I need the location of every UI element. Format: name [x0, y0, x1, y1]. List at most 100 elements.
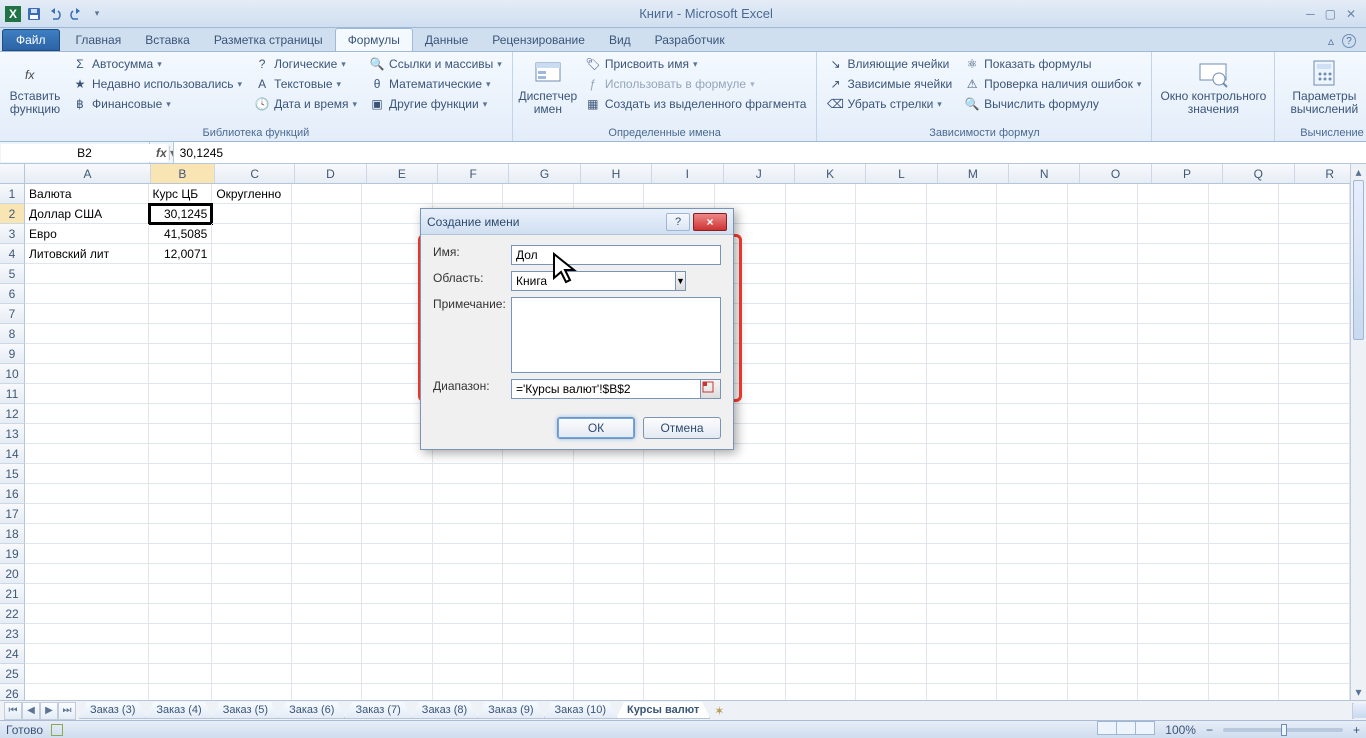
cell-J1[interactable]: [715, 184, 786, 204]
name-box[interactable]: ▾: [0, 142, 150, 163]
cell-E19[interactable]: [362, 544, 433, 564]
cell-L23[interactable]: [856, 624, 927, 644]
cell-L5[interactable]: [856, 264, 927, 284]
cell-G20[interactable]: [503, 564, 574, 584]
cell-F1[interactable]: [433, 184, 504, 204]
cell-R24[interactable]: [1279, 644, 1350, 664]
cell-C18[interactable]: [212, 524, 291, 544]
cell-Q26[interactable]: [1209, 684, 1280, 700]
cell-N14[interactable]: [997, 444, 1068, 464]
insert-function-button[interactable]: fx Вставить функцию: [6, 55, 64, 116]
cell-A16[interactable]: [25, 484, 148, 504]
cell-Q2[interactable]: [1209, 204, 1280, 224]
cell-Q8[interactable]: [1209, 324, 1280, 344]
cell-Q3[interactable]: [1209, 224, 1280, 244]
minimize-button[interactable]: ─: [1306, 7, 1315, 21]
cell-P16[interactable]: [1138, 484, 1209, 504]
col-P[interactable]: P: [1152, 164, 1223, 183]
text-button[interactable]: AТекстовые: [250, 75, 361, 93]
cell-O1[interactable]: [1068, 184, 1139, 204]
cell-J26[interactable]: [715, 684, 786, 700]
cell-C7[interactable]: [212, 304, 291, 324]
remove-arrows-button[interactable]: ⌫Убрать стрелки: [823, 95, 956, 113]
cell-F20[interactable]: [433, 564, 504, 584]
row-header[interactable]: 16: [0, 484, 25, 504]
row-header[interactable]: 1: [0, 184, 25, 204]
cell-I25[interactable]: [644, 664, 715, 684]
cell-D23[interactable]: [292, 624, 363, 644]
cell-O8[interactable]: [1068, 324, 1139, 344]
ok-button[interactable]: ОК: [557, 417, 635, 439]
cell-D25[interactable]: [292, 664, 363, 684]
cell-J23[interactable]: [715, 624, 786, 644]
cell-H24[interactable]: [574, 644, 645, 664]
cell-I18[interactable]: [644, 524, 715, 544]
cell-P2[interactable]: [1138, 204, 1209, 224]
cell-J16[interactable]: [715, 484, 786, 504]
cell-H17[interactable]: [574, 504, 645, 524]
row-header[interactable]: 23: [0, 624, 25, 644]
cell-O9[interactable]: [1068, 344, 1139, 364]
cell-H15[interactable]: [574, 464, 645, 484]
cell-L21[interactable]: [856, 584, 927, 604]
cell-M10[interactable]: [927, 364, 998, 384]
tab-insert[interactable]: Вставка: [133, 29, 202, 51]
restore-button[interactable]: ▢: [1325, 7, 1336, 21]
cell-N8[interactable]: [997, 324, 1068, 344]
cell-K24[interactable]: [786, 644, 857, 664]
cell-K3[interactable]: [786, 224, 857, 244]
cell-K20[interactable]: [786, 564, 857, 584]
cancel-button[interactable]: Отмена: [643, 417, 721, 439]
close-button[interactable]: ✕: [1346, 7, 1356, 21]
cell-D2[interactable]: [292, 204, 363, 224]
cell-L7[interactable]: [856, 304, 927, 324]
watch-window-button[interactable]: Окно контрольного значения: [1158, 55, 1268, 116]
sheet-tab[interactable]: Заказ (6): [278, 702, 345, 719]
trace-precedents-button[interactable]: ↘Влияющие ячейки: [823, 55, 956, 73]
cell-O4[interactable]: [1068, 244, 1139, 264]
cell-R8[interactable]: [1279, 324, 1350, 344]
cell-K13[interactable]: [786, 424, 857, 444]
col-M[interactable]: M: [938, 164, 1009, 183]
row-header[interactable]: 25: [0, 664, 25, 684]
cell-M17[interactable]: [927, 504, 998, 524]
cell-R11[interactable]: [1279, 384, 1350, 404]
name-input[interactable]: [511, 245, 721, 265]
cell-F26[interactable]: [433, 684, 504, 700]
create-from-selection-button[interactable]: ▦Создать из выделенного фрагмента: [581, 95, 811, 113]
cell-D11[interactable]: [292, 384, 363, 404]
cell-Q14[interactable]: [1209, 444, 1280, 464]
cell-K12[interactable]: [786, 404, 857, 424]
cell-I16[interactable]: [644, 484, 715, 504]
cell-C3[interactable]: [212, 224, 291, 244]
cell-F25[interactable]: [433, 664, 504, 684]
cell-N22[interactable]: [997, 604, 1068, 624]
ribbon-minimize-icon[interactable]: ▵: [1328, 34, 1334, 48]
cell-G18[interactable]: [503, 524, 574, 544]
cell-P22[interactable]: [1138, 604, 1209, 624]
cell-N21[interactable]: [997, 584, 1068, 604]
cell-H21[interactable]: [574, 584, 645, 604]
cell-A25[interactable]: [25, 664, 148, 684]
cell-R13[interactable]: [1279, 424, 1350, 444]
tab-developer[interactable]: Разработчик: [643, 29, 737, 51]
cell-O22[interactable]: [1068, 604, 1139, 624]
cell-B8[interactable]: [149, 324, 213, 344]
cell-C14[interactable]: [212, 444, 291, 464]
cell-C12[interactable]: [212, 404, 291, 424]
cell-K22[interactable]: [786, 604, 857, 624]
cell-K18[interactable]: [786, 524, 857, 544]
cell-F16[interactable]: [433, 484, 504, 504]
cell-K8[interactable]: [786, 324, 857, 344]
cell-G19[interactable]: [503, 544, 574, 564]
view-buttons[interactable]: [1098, 721, 1155, 738]
cell-M18[interactable]: [927, 524, 998, 544]
calc-options-button[interactable]: Параметры вычислений: [1281, 55, 1366, 116]
cell-B25[interactable]: [149, 664, 213, 684]
cell-A18[interactable]: [25, 524, 148, 544]
cell-D21[interactable]: [292, 584, 363, 604]
cell-B5[interactable]: [149, 264, 213, 284]
cell-R12[interactable]: [1279, 404, 1350, 424]
cell-R23[interactable]: [1279, 624, 1350, 644]
cell-O19[interactable]: [1068, 544, 1139, 564]
